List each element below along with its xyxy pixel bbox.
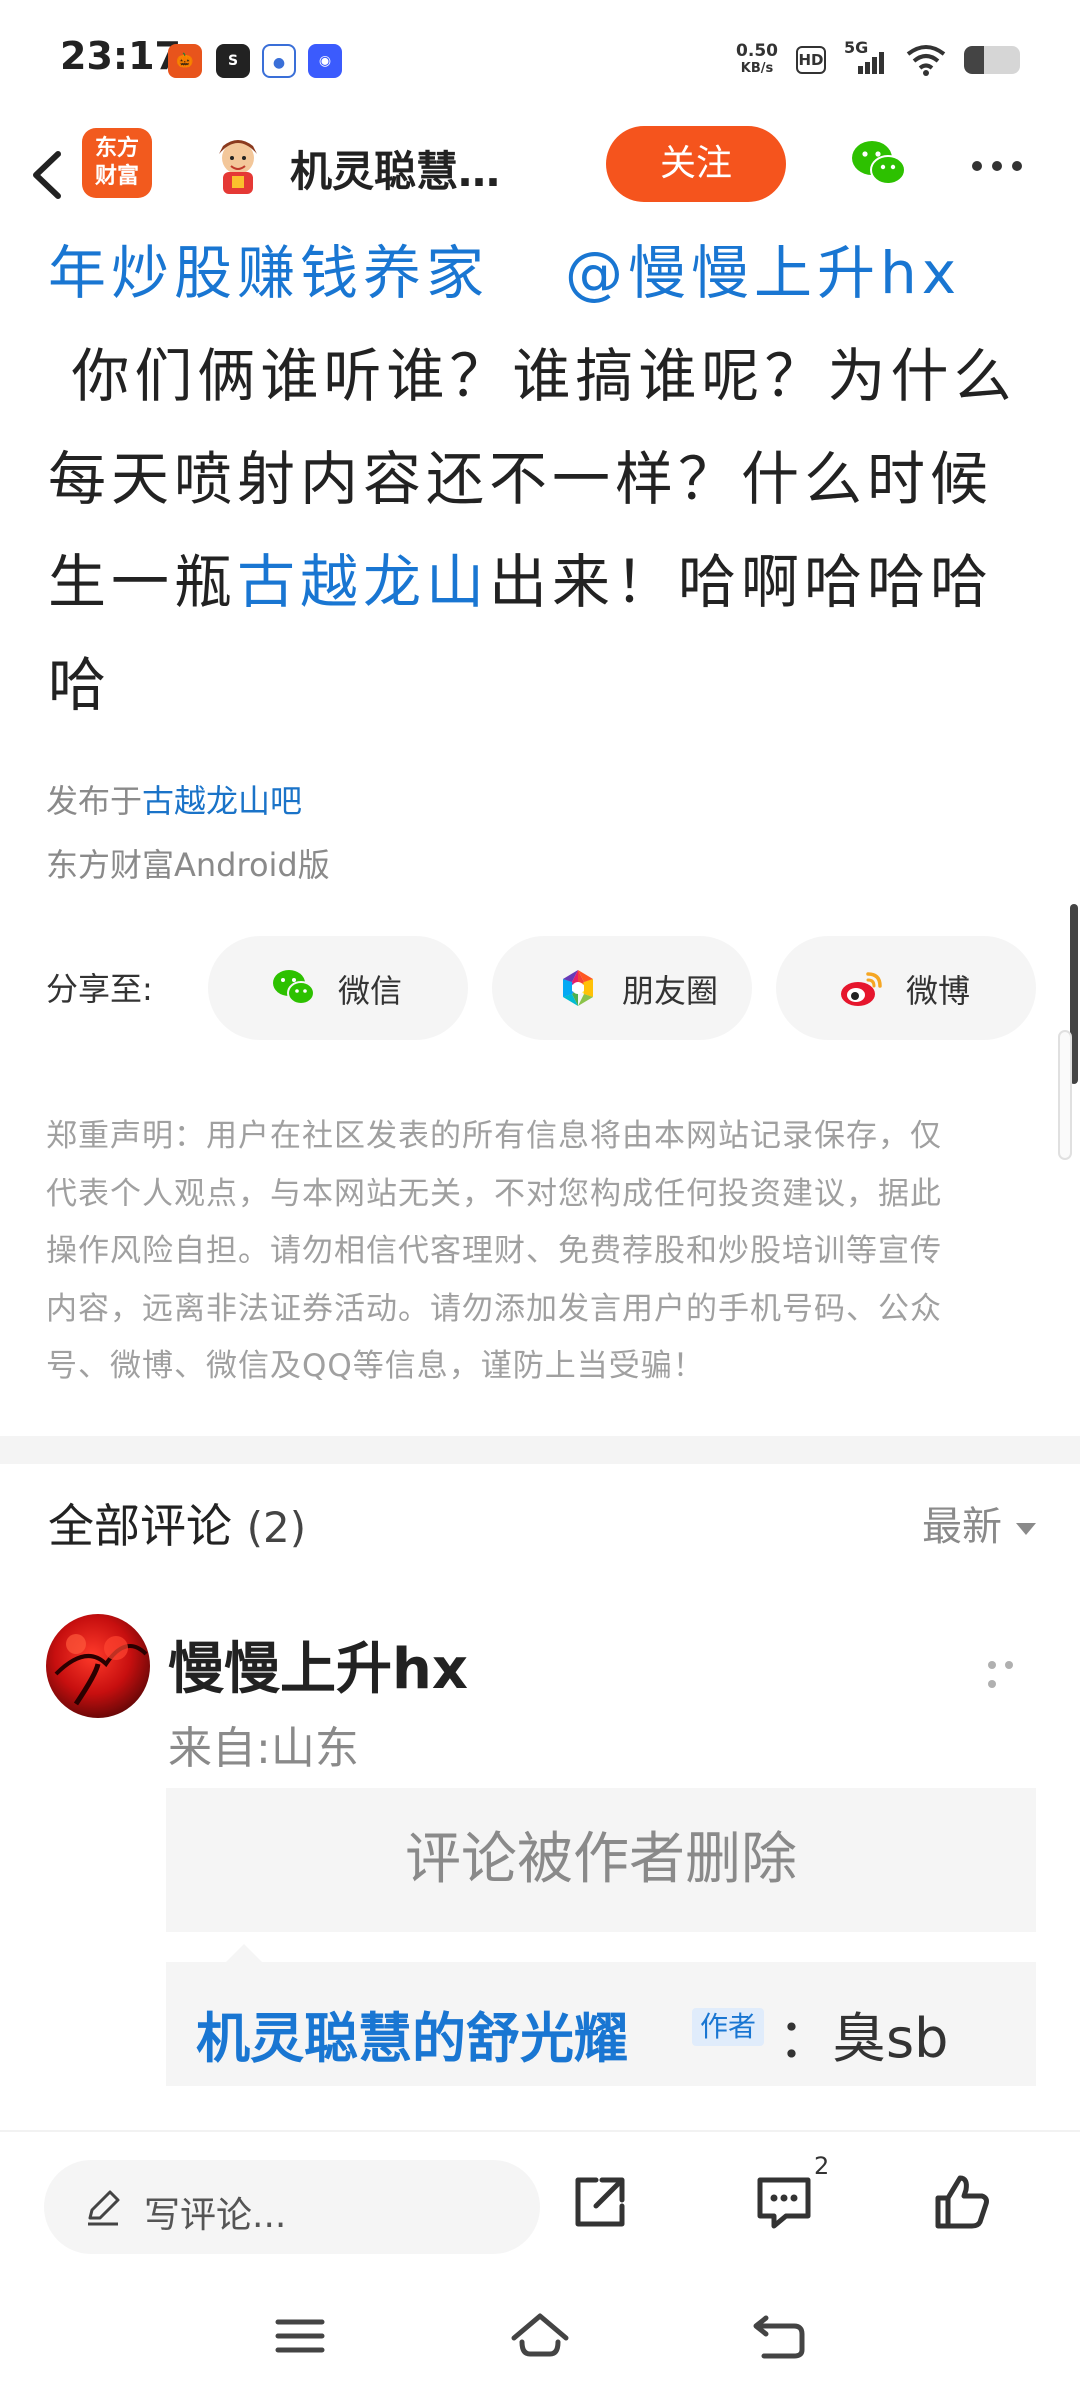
share-label: 分享至: [46,970,153,1008]
published-in: 发布于古越龙山吧 [46,776,302,822]
stock-link[interactable]: 古越龙山 [237,548,489,616]
like-thumb-icon[interactable] [930,2170,994,2234]
status-bar: 23:17 🎃 S ● ◉ 0.50 KB/s HD 5G [0,0,1080,120]
moments-icon [563,970,593,1006]
disclaimer-line: 操作风险自担。请勿相信代客理财、免费荐股和炒股培训等宣传 [46,1233,942,1269]
signal-5g-icon: 5G [844,38,888,78]
status-time: 23:17 [60,34,181,78]
comments-header: 全部评论 (2) [48,1490,306,1556]
battery-fill [964,46,984,74]
share-moments-button[interactable]: 朋友圈 [492,936,752,1040]
post-line: 年炒股赚钱养家 @慢慢上升hx [48,222,1038,325]
net-speed: 0.50 KB/s [736,42,778,78]
comment-count-badge: 2 [814,2152,830,2180]
author-tag-badge: 作者 [692,2008,765,2046]
comments-count: (2) [246,1503,307,1552]
share-wechat-button[interactable]: 微信 [208,936,468,1040]
notification-app-icon: S [216,44,250,78]
scrollbar-track[interactable] [1058,1030,1072,1160]
comment-icon[interactable] [752,2170,816,2234]
pencil-icon [88,2190,120,2226]
commenter-name[interactable]: 慢慢上升hx [168,1624,468,1705]
post-content: 年炒股赚钱养家 @慢慢上升hx 你们俩谁听谁？谁搞谁呢？为什么 每天喷射内容还不一… [48,222,1038,737]
disclaimer: 郑重声明：用户在社区发表的所有信息将由本网站记录保存，仅 代表个人观点，与本网站… [46,1108,1021,1396]
write-comment-placeholder: 写评论... [144,2195,287,2236]
share-wechat-label: 微信 [338,972,403,1010]
top-nav-bar: 东方 财富 机灵聪慧… 关注 [0,120,1080,230]
weibo-icon [841,972,882,1006]
reply-item[interactable]: 机灵聪慧的舒光耀 作者 ：臭sb [166,1962,1036,2086]
published-prefix: 发布于 [46,782,143,820]
post-link-text[interactable]: 年炒股赚钱养家 [48,239,489,307]
post-line: 每天喷射内容还不一样？什么时候 [48,445,994,513]
bottom-action-bar: 写评论... 2 [0,2130,1080,2270]
post-line: 你们俩谁听谁？谁搞谁呢？为什么 [48,342,1017,410]
reply-author-name[interactable]: 机灵聪慧的舒光耀 [196,1994,628,2073]
author-name[interactable]: 机灵聪慧… [290,138,580,199]
write-comment-input[interactable]: 写评论... [44,2160,540,2254]
notification-app-icon: ● [262,44,296,78]
app-logo[interactable]: 东方 财富 [82,128,152,198]
system-nav-bar [0,2270,1080,2400]
back-nav-icon[interactable] [748,2308,812,2364]
reply-text: ：臭sb [778,2007,949,2070]
commenter-location: 来自:山东 [168,1723,359,1774]
mention-link[interactable]: @慢慢上升hx [565,239,961,307]
comment-more-icon[interactable] [988,1654,1036,1688]
post-line: 哈 [48,651,112,719]
net-speed-unit: KB/s [740,61,774,76]
logo-line-1: 东方 [94,136,139,161]
battery-icon [964,46,1020,74]
logo-line-2: 财富 [94,164,139,189]
share-weibo-label: 微博 [906,972,971,1010]
share-weibo-button[interactable]: 微博 [776,936,1036,1040]
disclaimer-line: 内容，远离非法证券活动。请勿添加发言用户的手机号码、公众 [46,1290,942,1327]
net-speed-value: 0.50 [736,41,778,61]
wifi-icon [906,45,946,76]
post-text: 生一瓶 [48,548,238,616]
post-text: 出来！哈啊哈哈哈 [489,548,994,616]
reply-notch [226,1944,262,1962]
menu-icon[interactable] [268,2308,332,2364]
client-info: 东方财富Android版 [46,846,330,884]
notification-app-icon: ◉ [308,44,342,78]
share-external-icon[interactable] [568,2170,632,2234]
sort-dropdown[interactable]: 最新 [922,1494,1036,1552]
disclaimer-line: 代表个人观点，与本网站无关，不对您构成任何投资建议，据此 [46,1175,942,1212]
share-moments-label: 朋友圈 [622,972,719,1010]
follow-button[interactable]: 关注 [606,126,786,202]
comments-title: 全部评论 [48,1499,232,1553]
sort-label: 最新 [922,1504,1002,1550]
disclaimer-line: 号、微博、微信及QQ等信息，谨防上当受骗！ [46,1348,705,1384]
forum-link[interactable]: 古越龙山吧 [142,782,302,820]
wechat-icon [273,970,315,1005]
more-options-icon[interactable] [972,156,1032,176]
back-arrow-icon[interactable] [20,140,80,210]
deleted-comment-notice: 评论被作者删除 [166,1788,1036,1932]
author-avatar[interactable] [205,132,271,198]
notification-app-icon: 🎃 [168,44,202,78]
commenter-avatar[interactable] [46,1614,150,1718]
hd-badge: HD [796,46,826,74]
section-divider [0,1436,1080,1464]
home-icon[interactable] [508,2308,572,2364]
caret-down-icon [1016,1523,1036,1535]
disclaimer-line: 郑重声明：用户在社区发表的所有信息将由本网站记录保存，仅 [46,1118,942,1154]
wechat-share-icon[interactable] [848,136,910,192]
post-line: 生一瓶古越龙山出来！哈啊哈哈哈 [48,531,1038,634]
